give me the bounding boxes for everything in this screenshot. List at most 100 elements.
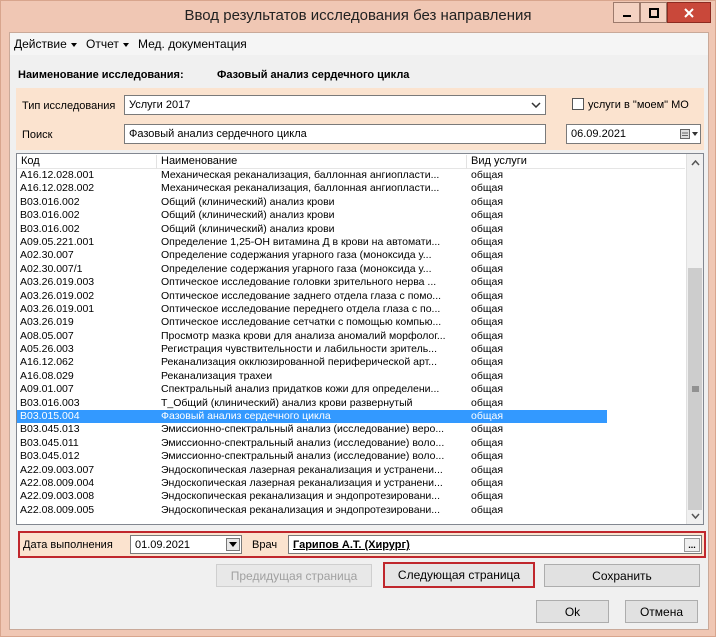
table-row[interactable]: A22.09.003.008 Эндоскопическая реканализа… <box>17 490 607 503</box>
calendar-icon[interactable] <box>680 129 698 139</box>
cell-name: Эмиссионно-спектральный анализ (исследов… <box>161 450 445 463</box>
prev-page-button[interactable]: Предидущая страница <box>216 564 372 587</box>
table-row[interactable]: A22.08.009.005 Эндоскопическая реканализа… <box>17 504 607 517</box>
table-row[interactable]: B03.045.013 Эмиссионно-спектральный анали… <box>17 423 607 436</box>
table-row[interactable]: A03.26.019.002 Оптическое исследование за… <box>17 290 607 303</box>
cell-type: общая <box>471 436 504 449</box>
cell-code: B03.015.004 <box>20 410 80 423</box>
table-row[interactable]: B03.045.012 Эмиссионно-спектральный анали… <box>17 450 607 463</box>
cell-name: Эндоскопическая лазерная реканализация и… <box>161 476 443 489</box>
menu-bar: Действие Отчет Мед. документация <box>10 33 708 55</box>
cell-type: общая <box>471 423 504 436</box>
table-row[interactable]: B03.016.002 Общий (клинический) анализ кр… <box>17 196 607 209</box>
doctor-field[interactable]: Гарипов А.Т. (Хирург) ... <box>288 535 702 554</box>
column-header-type[interactable]: Вид услуги <box>467 155 607 169</box>
table-row[interactable]: A16.12.028.001 Механическая реканализация… <box>17 169 607 182</box>
table-row[interactable]: B03.016.002 Общий (клинический) анализ кр… <box>17 209 607 222</box>
table-row[interactable]: B03.045.011 Эмиссионно-спектральный анали… <box>17 437 607 450</box>
exam-type-value: Услуги 2017 <box>129 99 191 111</box>
vertical-scrollbar[interactable] <box>686 154 703 524</box>
table-row[interactable]: A16.08.029 Реканализация трахеи общая <box>17 370 607 383</box>
next-page-button[interactable]: Следующая страница <box>383 562 535 588</box>
exam-type-select[interactable]: Услуги 2017 <box>124 95 546 115</box>
cell-name: Определение содержания угарного газа (мо… <box>161 262 432 275</box>
date-picker-value: 06.09.2021 <box>571 128 627 140</box>
cell-type: общая <box>471 343 504 356</box>
date-picker[interactable]: 06.09.2021 <box>566 124 701 144</box>
execution-date-picker[interactable]: 01.09.2021 <box>130 535 242 554</box>
cell-name: Эмиссионно-спектральный анализ (исследов… <box>161 423 445 436</box>
execution-panel: Дата выполнения 01.09.2021 Врач Гарипов … <box>18 531 706 558</box>
table-row[interactable]: A02.30.007/1 Определение содержания угарн… <box>17 263 607 276</box>
table-row[interactable]: A09.05.221.001 Определение 1,25-OH витами… <box>17 236 607 249</box>
scroll-up-button[interactable] <box>687 154 703 171</box>
save-button[interactable]: Сохранить <box>544 564 700 587</box>
scroll-thumb[interactable] <box>688 268 702 510</box>
cell-name: Общий (клинический) анализ крови <box>161 209 335 222</box>
table-row[interactable]: A08.05.007 Просмотр мазка крови для анали… <box>17 330 607 343</box>
cell-name: Оптическое исследование переднего отдела… <box>161 302 441 315</box>
cell-code: A16.08.029 <box>20 369 74 382</box>
own-mo-checkbox[interactable] <box>572 98 584 110</box>
scroll-down-button[interactable] <box>687 507 703 524</box>
cell-code: A03.26.019.001 <box>20 302 95 315</box>
cell-name: Реканализация трахеи <box>161 369 273 382</box>
cell-type: общая <box>471 169 504 181</box>
cell-name: Общий (клинический) анализ крови <box>161 222 335 235</box>
cancel-button[interactable]: Отмена <box>625 600 698 623</box>
cell-type: общая <box>471 410 504 423</box>
cell-name: Просмотр мазка крови для анализа аномали… <box>161 329 446 342</box>
search-input[interactable]: Фазовый анализ сердечного цикла <box>124 124 546 144</box>
cell-name: Спектральный анализ придатков кожи для о… <box>161 383 440 396</box>
exam-name-label: Наименование исследования: <box>18 69 184 81</box>
cell-code: B03.045.012 <box>20 450 80 463</box>
doctor-label: Врач <box>252 539 278 551</box>
table-row[interactable]: A22.09.003.007 Эндоскопическая лазерная р… <box>17 464 607 477</box>
table-row[interactable]: A16.12.062 Реканализация окклюзированной … <box>17 356 607 369</box>
table-row[interactable]: A02.30.007 Определение содержания угарног… <box>17 249 607 262</box>
title-bar[interactable]: Ввод результатов исследования без направ… <box>1 1 715 32</box>
filter-panel: Тип исследования Услуги 2017 услуги в "м… <box>16 88 704 150</box>
menu-med-docs[interactable]: Мед. документация <box>138 37 247 51</box>
cell-type: общая <box>471 369 504 382</box>
table-row[interactable]: A22.08.009.004 Эндоскопическая лазерная р… <box>17 477 607 490</box>
cell-name: Т_Общий (клинический) анализ крови разве… <box>161 396 413 409</box>
cell-type: общая <box>471 262 504 275</box>
doctor-value: Гарипов А.Т. (Хирург) <box>293 539 410 551</box>
table-row[interactable]: B03.016.002 Общий (клинический) анализ кр… <box>17 223 607 236</box>
minimize-button[interactable] <box>613 2 640 23</box>
doctor-select-button[interactable]: ... <box>684 538 700 552</box>
cell-code: A09.01.007 <box>20 383 74 396</box>
cell-name: Эндоскопическая реканализация и эндопрот… <box>161 490 441 503</box>
table-row[interactable]: B03.016.003 Т_Общий (клинический) анализ … <box>17 397 607 410</box>
table-body: A16.12.028.001 Механическая реканализация… <box>17 169 685 517</box>
column-header-name[interactable]: Наименование <box>157 155 467 169</box>
table-row[interactable]: A03.26.019 Оптическое исследование сетчат… <box>17 316 607 329</box>
table-row[interactable]: A03.26.019.003 Оптическое исследование го… <box>17 276 607 289</box>
cell-type: общая <box>471 302 504 315</box>
cell-code: A16.12.028.001 <box>20 169 95 181</box>
table-row[interactable]: A09.01.007 Спектральный анализ придатков … <box>17 383 607 396</box>
menu-action[interactable]: Действие <box>14 37 77 51</box>
own-mo-label: услуги в "моем" МО <box>588 99 689 111</box>
table-row[interactable]: A03.26.019.001 Оптическое исследование пе… <box>17 303 607 316</box>
cell-code: B03.045.011 <box>20 436 79 449</box>
window-title: Ввод результатов исследования без направ… <box>184 7 532 24</box>
cell-type: общая <box>471 356 504 369</box>
maximize-button[interactable] <box>640 2 667 23</box>
table-row[interactable]: A16.12.028.002 Механическая реканализация… <box>17 182 607 195</box>
table-row[interactable]: B03.015.004 Фазовый анализ сердечного цик… <box>17 410 607 424</box>
ok-button[interactable]: Ok <box>536 600 609 623</box>
cell-code: A03.26.019 <box>20 316 74 329</box>
cell-name: Оптическое исследование заднего отдела г… <box>161 289 442 302</box>
search-label: Поиск <box>22 129 53 141</box>
column-header-code[interactable]: Код <box>17 155 157 169</box>
menu-report[interactable]: Отчет <box>86 37 129 51</box>
table-row[interactable]: A05.26.003 Регистрация чувствительности и… <box>17 343 607 356</box>
cell-type: общая <box>471 383 504 396</box>
cell-type: общая <box>471 249 504 262</box>
cell-type: общая <box>471 276 504 289</box>
cell-code: A03.26.019.003 <box>20 276 95 289</box>
close-button[interactable] <box>667 2 711 23</box>
chevron-down-icon[interactable] <box>226 538 240 551</box>
